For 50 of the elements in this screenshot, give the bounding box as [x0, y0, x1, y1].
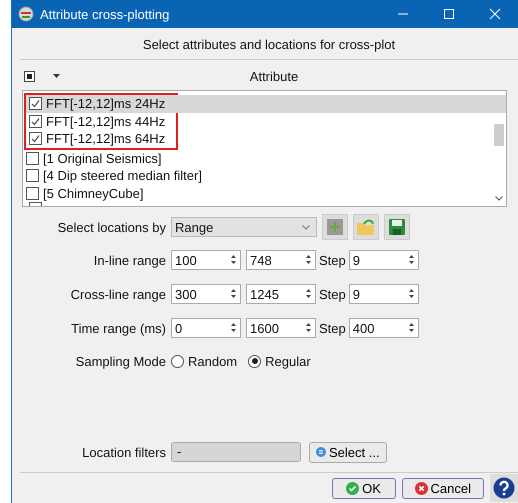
checkbox[interactable] [29, 132, 42, 146]
radio-option[interactable]: Regular [248, 354, 311, 368]
list-item[interactable]: FFT[-12,12]ms 44Hz [26, 112, 506, 130]
dialog-heading: Select attributes and locations for cross-plot [142, 36, 396, 54]
list-icon [316, 447, 326, 457]
window-title: Attribute cross-plotting [40, 6, 170, 22]
caret-icon[interactable] [53, 74, 60, 78]
field-label: In-line range [92, 252, 166, 268]
radio-option[interactable]: Random [171, 354, 238, 368]
app-logo-icon [18, 6, 34, 22]
cross-icon [414, 482, 428, 494]
list-item[interactable]: [4 Dip steered median filter] [23, 167, 492, 184]
field-label: Cross-line range [70, 286, 166, 302]
spin-box[interactable]: 0 [171, 318, 241, 338]
select-all-checkbox[interactable] [24, 70, 35, 82]
spin-box[interactable]: 1600 [246, 318, 316, 338]
save-icon[interactable] [384, 214, 410, 240]
field-label: Step [319, 252, 346, 268]
scroll-down-icon[interactable] [495, 196, 503, 201]
spin-box[interactable]: 300 [171, 284, 241, 304]
list-item[interactable]: FFT[-12,12]ms 24Hz [26, 95, 506, 112]
field-label: Step [319, 320, 346, 336]
field-label: Time range (ms) [70, 320, 166, 336]
check-icon [346, 482, 360, 494]
field-label: Location filters [81, 444, 166, 460]
spin-box[interactable]: 100 [171, 250, 241, 270]
checkbox[interactable] [29, 114, 42, 128]
field-label: Step [319, 286, 346, 302]
chevron-down-icon [302, 224, 310, 230]
checkbox[interactable] [29, 97, 42, 110]
spin-box[interactable]: 9 [348, 284, 419, 304]
field-label: Select locations by [56, 220, 166, 234]
spin-box[interactable]: 748 [246, 250, 316, 270]
filter-field[interactable]: - [171, 442, 301, 462]
field-label: Sampling Mode [74, 354, 166, 368]
list-item[interactable]: [5 ChimneyCube] [23, 184, 492, 202]
list-item[interactable]: [1 Original Seismics] [23, 150, 492, 167]
list-item[interactable]: FFT[-12,12]ms 64Hz [26, 130, 506, 148]
checkbox[interactable] [26, 186, 39, 200]
ok-button[interactable]: OK [332, 478, 396, 498]
spin-box[interactable]: 9 [348, 250, 419, 270]
locations-dropdown[interactable]: Range [171, 217, 317, 237]
cancel-button[interactable]: Cancel [402, 478, 484, 498]
select-button[interactable]: Select ... [309, 442, 387, 462]
checkbox[interactable] [26, 152, 39, 165]
column-header: Attribute [250, 68, 300, 84]
spin-box[interactable]: 1245 [246, 284, 316, 304]
checkbox[interactable] [26, 169, 39, 182]
help-icon[interactable] [490, 474, 518, 502]
spin-box[interactable]: 400 [348, 318, 419, 338]
